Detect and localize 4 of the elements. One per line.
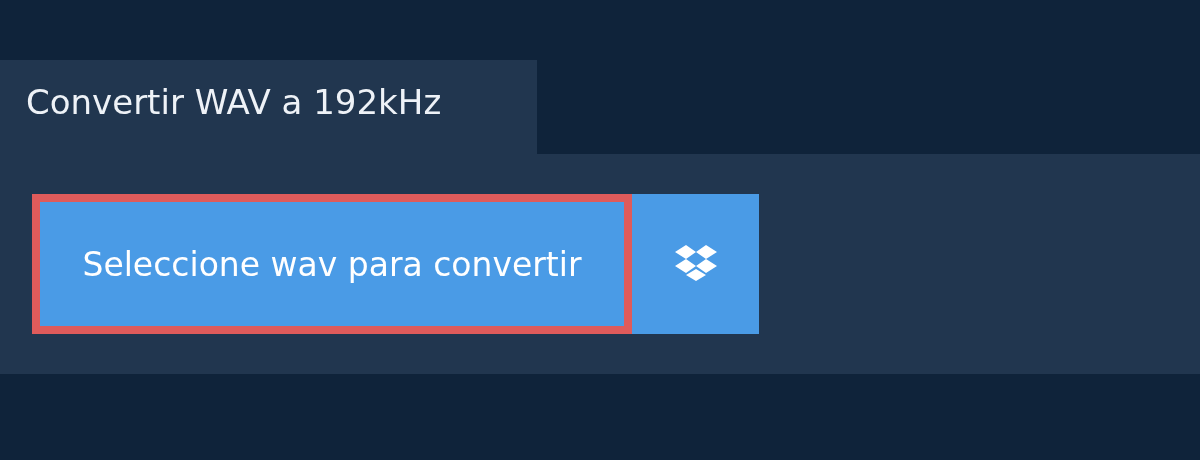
page-title: Convertir WAV a 192kHz	[0, 60, 537, 154]
select-file-button[interactable]: Seleccione wav para convertir	[32, 194, 632, 334]
dropbox-button[interactable]	[632, 194, 759, 334]
dropbox-icon	[674, 245, 717, 283]
